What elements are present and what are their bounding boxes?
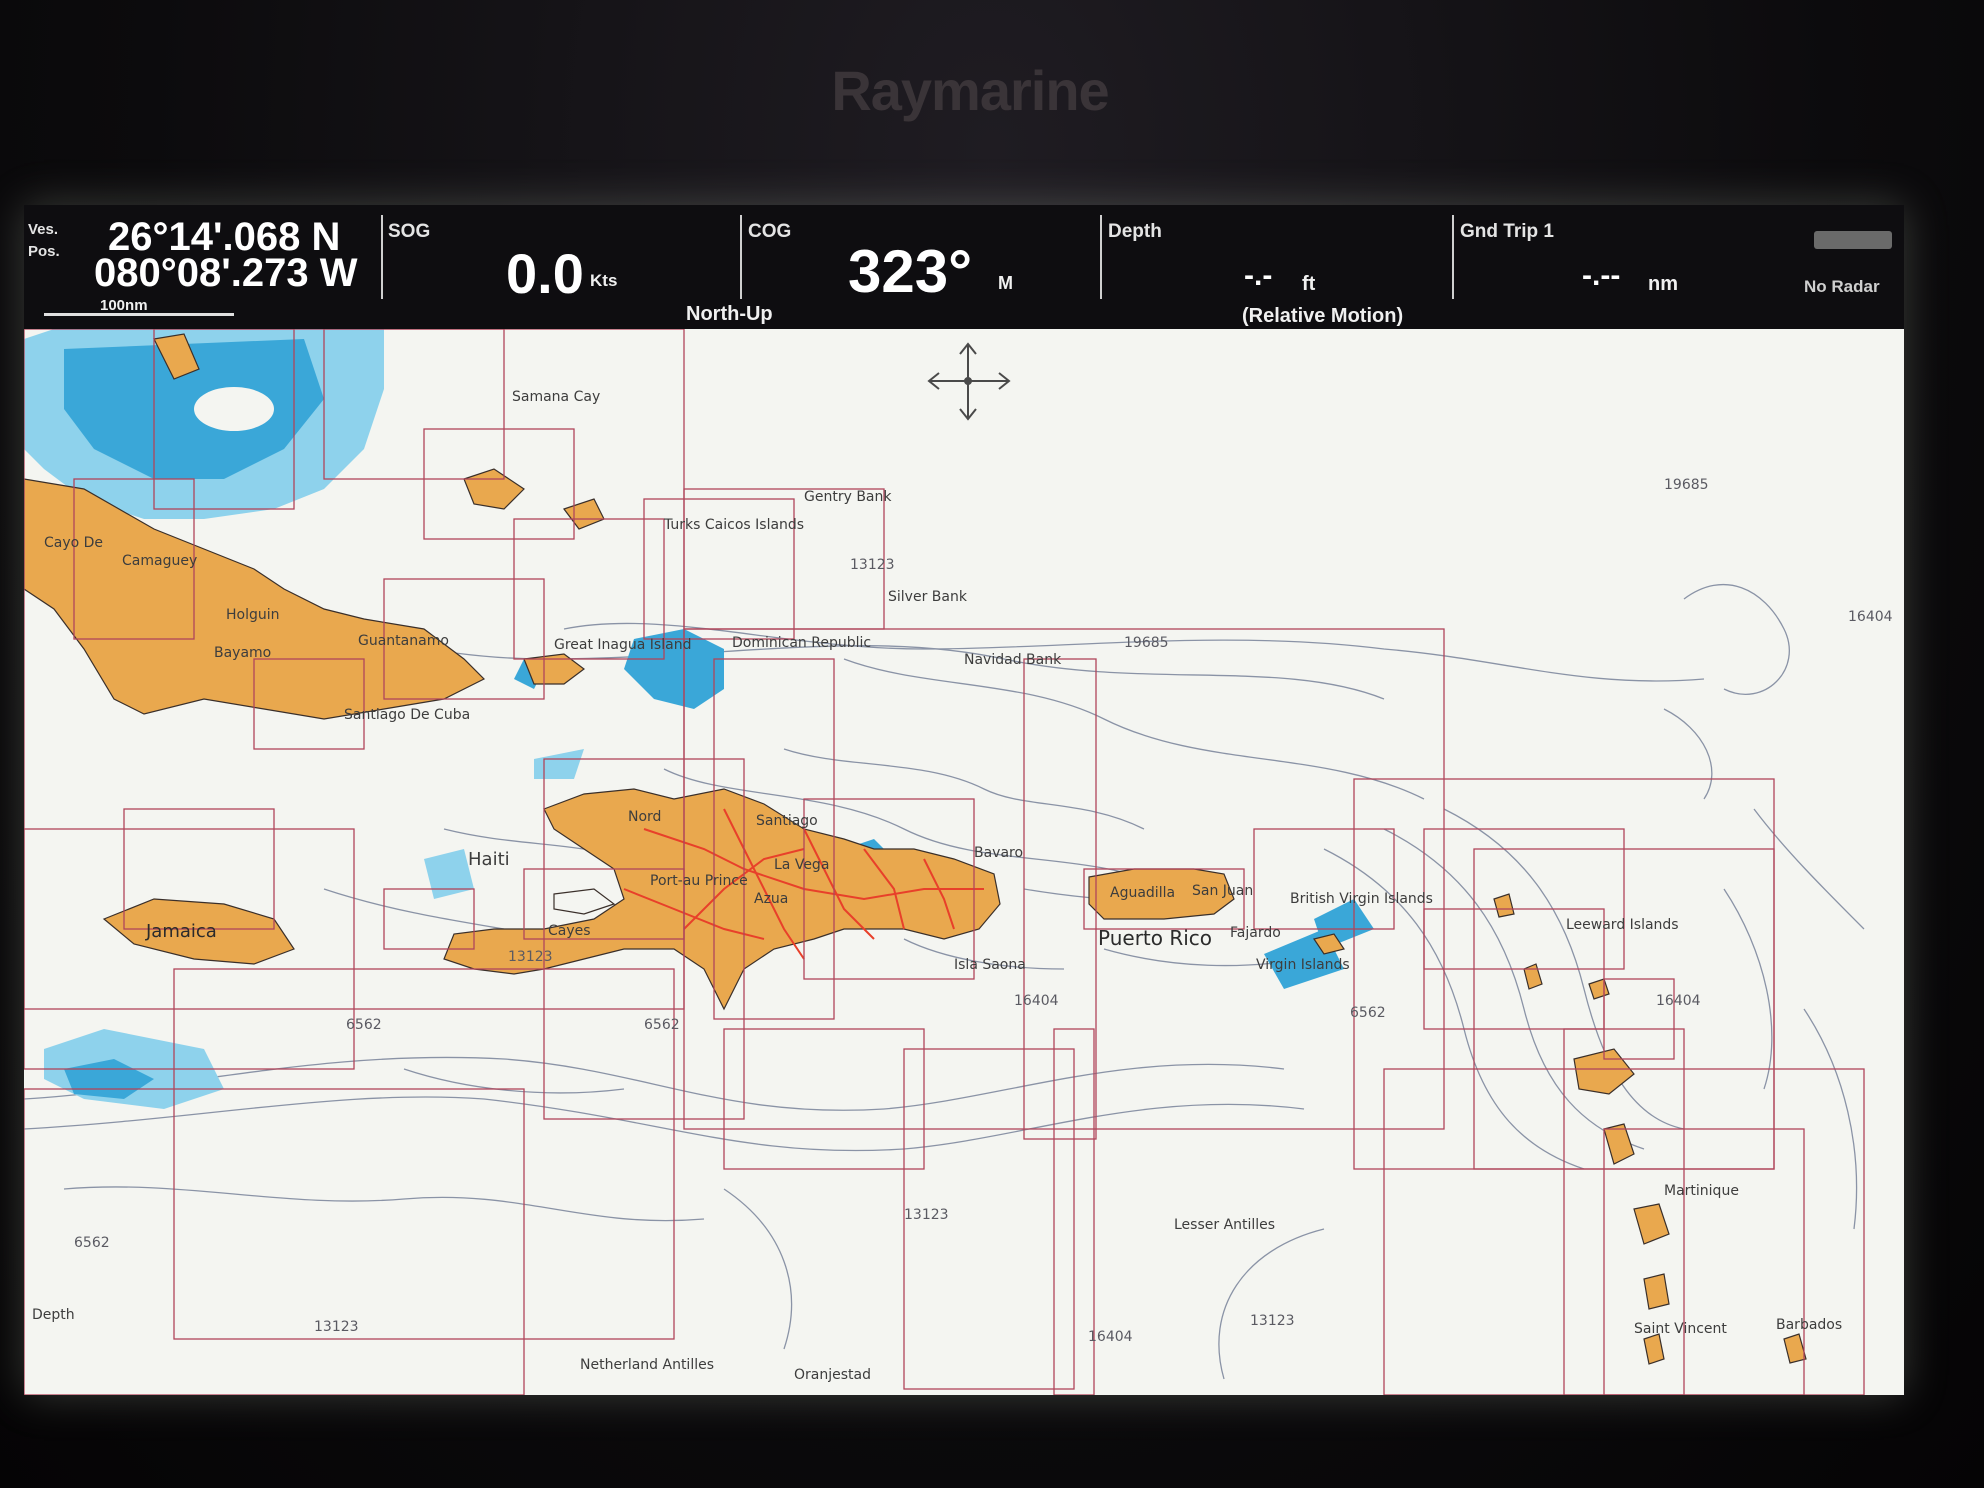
label-oranjestad: Oranjestad [794,1367,871,1383]
label-puerto-rico: Puerto Rico [1098,926,1212,950]
cog-cell[interactable]: COG 323° M North-Up [686,213,1124,325]
label-nord: Nord [628,809,661,825]
label-haiti: Haiti [468,849,510,870]
label-british-virgin-islands: British Virgin Islands [1290,891,1433,907]
orientation-mode[interactable]: North-Up [686,303,773,326]
scale-bar [44,313,234,316]
label-la-vega: La Vega [774,857,829,873]
label-santiago: Santiago [756,813,818,829]
label-gentry-bank: Gentry Bank [804,489,892,505]
label-jamaica: Jamaica [145,921,217,942]
cog-label: COG [748,221,792,242]
label-martinique: Martinique [1664,1183,1739,1199]
label-aguadilla: Aguadilla [1110,885,1175,901]
chart-number: 16404 [1848,609,1893,625]
label-great-inagua: Great Inagua Island [554,637,691,653]
label-port-au-prince: Port-au Prince [650,873,748,889]
label-santiago-de-cuba: Santiago De Cuba [344,707,470,723]
label-azua: Azua [754,891,788,907]
depth-cell[interactable]: Depth -.- ft (Relative Motion) [1104,213,1484,327]
chart-number: 16404 [1656,993,1701,1009]
trip-value: -.-- [1582,259,1621,292]
chart-number: 13123 [508,949,553,965]
data-bar: Ves. Pos. 26°14'.068 N 080°08'.273 W 100… [24,205,1904,329]
sog-unit: Kts [590,271,618,290]
chart-plotter-screen: Ves. Pos. 26°14'.068 N 080°08'.273 W 100… [24,205,1904,1395]
chart-number: 16404 [1014,993,1059,1009]
label-holguin: Holguin [226,607,280,623]
longitude-value: 080°08'.273 W [94,251,358,295]
chart-number: 6562 [644,1017,680,1033]
sog-label: SOG [388,221,431,242]
brand-logo: Raymarine [831,59,1109,122]
label-fajardo: Fajardo [1230,925,1281,941]
scale-value: 100nm [100,297,148,314]
vessel-position-cell[interactable]: Ves. Pos. 26°14'.068 N 080°08'.273 W 100… [24,213,384,317]
chart-number: 13123 [850,557,895,573]
depth-unit: ft [1302,273,1316,295]
chart-number: 16404 [1088,1329,1133,1345]
ground-trip-cell[interactable]: Gnd Trip 1 -.-- nm [1456,213,1736,317]
label-lesser-antilles: Lesser Antilles [1174,1217,1275,1233]
chart-number: 19685 [1664,477,1709,493]
chart-number: 13123 [1250,1313,1295,1329]
label-turks-caicos: Turks Caicos Islands [663,517,804,533]
label-saint-vincent: Saint Vincent [1634,1321,1727,1337]
label-netherland-antilles: Netherland Antilles [580,1357,714,1373]
label-depth-tag: Depth [32,1307,75,1323]
motion-mode[interactable]: (Relative Motion) [1242,305,1403,328]
divider [740,215,742,299]
label-cayes: Cayes [548,923,591,939]
label-samana-cay: Samana Cay [512,389,600,405]
label-bavaro: Bavaro [974,845,1023,861]
saint-lucia [1643,1273,1670,1310]
divider [1100,215,1102,299]
label-navidad-bank: Navidad Bank [964,652,1062,668]
cog-value: 323° [848,238,973,305]
sog-value: 0.0 [506,242,584,305]
chart-number: 6562 [346,1017,382,1033]
radar-status-cell[interactable]: No Radar [1784,213,1904,317]
label-san-juan: San Juan [1192,883,1253,899]
trip-unit: nm [1648,273,1678,295]
position-label: Pos. [28,243,60,260]
divider [1452,215,1454,299]
label-dominican-republic: Dominican Republic [732,635,871,651]
chart-number: 13123 [314,1319,359,1335]
radar-status: No Radar [1804,277,1880,296]
label-bayamo: Bayamo [214,645,271,661]
chart-number: 13123 [904,1207,949,1223]
sog-cell[interactable]: SOG 0.0 Kts [384,213,764,317]
label-camaguey: Camaguey [122,553,197,569]
label-isla-saona: Isla Saona [954,957,1026,973]
label-leeward-islands: Leeward Islands [1566,917,1679,933]
trip-label: Gnd Trip 1 [1460,221,1554,242]
cog-unit: M [998,273,1013,293]
label-cayo-de: Cayo De [44,535,103,551]
label-barbados: Barbados [1776,1317,1842,1333]
chart-number: 6562 [1350,1005,1386,1021]
label-silver-bank: Silver Bank [888,589,968,605]
divider [381,215,383,299]
nautical-chart[interactable]: Samana Cay Great Inagua Island Turks Cai… [24,329,1904,1395]
label-virgin-islands: Virgin Islands [1256,957,1350,973]
depth-label: Depth [1108,221,1162,242]
depth-value: -.- [1244,259,1273,292]
label-guantanamo: Guantanamo [358,633,449,649]
radar-icon [1814,231,1892,249]
vessel-label: Ves. [28,221,59,238]
chart-number: 19685 [1124,635,1169,651]
chart-number: 6562 [74,1235,110,1251]
